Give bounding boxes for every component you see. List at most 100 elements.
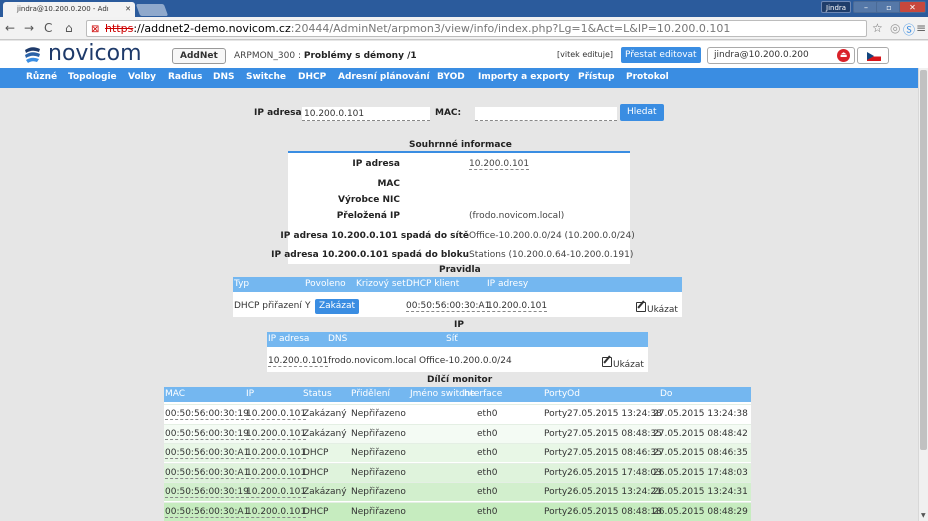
col-dns: DNS bbox=[328, 334, 348, 344]
table-row[interactable]: 00:50:56:00:30:A1 10.200.0.101 DHCP Nepřiřa… bbox=[164, 443, 751, 462]
monitor-cell-port: Porty bbox=[544, 409, 568, 419]
forward-icon[interactable]: → bbox=[24, 21, 34, 35]
summary-value: (frodo.novicom.local) bbox=[469, 211, 565, 221]
col-prideleni: Přidělení bbox=[351, 389, 390, 399]
menu-item-switche[interactable]: Switche bbox=[246, 72, 286, 82]
show-ip-label: Ukázat bbox=[613, 360, 644, 370]
monitor-cell-do: 26.05.2015 08:48:29 bbox=[653, 506, 748, 517]
monitor-cell-port: Porty bbox=[544, 467, 568, 478]
table-row[interactable]: 00:50:56:00:30:19 10.200.0.101 Zakázaný Nep… bbox=[164, 482, 751, 501]
extension-icon[interactable]: ◎ bbox=[890, 21, 900, 35]
monitor-cell-if: eth0 bbox=[477, 487, 498, 497]
monitor-cell-prid: Nepřiřazeno bbox=[351, 487, 406, 497]
stop-editing-button[interactable]: Přestat editovat bbox=[621, 47, 701, 63]
addnet-button[interactable]: AddNet bbox=[172, 48, 226, 64]
app-header: novicom AddNet ARPMON_300 : Problémy s d… bbox=[0, 41, 928, 68]
show-ip-link[interactable]: Ukázat bbox=[602, 356, 644, 370]
page-title-prefix: ARPMON_300 : bbox=[234, 51, 304, 61]
summary-key: IP adresa 10.200.0.101 spadá do bloku bbox=[271, 250, 469, 260]
table-row[interactable]: 00:50:56:00:30:19 10.200.0.101 Zakázaný Nep… bbox=[164, 423, 751, 443]
disable-rule-button[interactable]: Zakázat bbox=[315, 299, 360, 314]
language-czech-flag-icon[interactable] bbox=[857, 47, 889, 64]
menu-item-radius[interactable]: Radius bbox=[168, 72, 202, 82]
monitor-cell-port: Porty bbox=[544, 428, 568, 439]
logout-icon[interactable]: ⏏ bbox=[837, 49, 850, 62]
close-tab-icon[interactable]: ✕ bbox=[125, 5, 131, 13]
menu-item-pristup[interactable]: Přístup bbox=[578, 72, 615, 82]
rule-typ: DHCP přiřazení bbox=[234, 301, 302, 311]
tab-title: jindra@10.200.0.200 - Adı bbox=[17, 5, 109, 13]
monitor-cell-prid: Nepřiřazeno bbox=[351, 467, 406, 478]
monitor-cell-do: 26.05.2015 17:48:03 bbox=[653, 467, 748, 478]
summary-value: Office-10.200.0.0/24 (10.200.0.0/24) bbox=[469, 231, 635, 241]
ip-table: IP adresa DNS Síť 10.200.0.101 frodo.nov… bbox=[267, 332, 648, 372]
reload-icon[interactable]: C bbox=[44, 21, 52, 35]
back-icon[interactable]: ← bbox=[5, 21, 15, 35]
menu-item-ruzne[interactable]: Různé bbox=[26, 72, 57, 82]
dns-value: frodo.novicom.local bbox=[328, 356, 417, 366]
url-path: :20444/AdminNet/arpmon3/view/info/index.… bbox=[290, 22, 731, 35]
monitor-cell-od: 26.05.2015 13:24:21 bbox=[567, 487, 662, 497]
ip-search-label: IP adresa: bbox=[254, 108, 306, 118]
table-row: 10.200.0.101 frodo.novicom.local Office-… bbox=[267, 352, 648, 371]
menu-item-volby[interactable]: Volby bbox=[128, 72, 156, 82]
monitor-cell-od: 26.05.2015 17:48:03 bbox=[567, 467, 662, 478]
monitor-cell-mac: 00:50:56:00:30:A1 bbox=[165, 506, 250, 518]
main-menu: Různé Topologie Volby Radius DNS Switche… bbox=[0, 68, 918, 88]
monitor-cell-prid: Nepřiřazeno bbox=[351, 448, 406, 458]
insecure-lock-icon[interactable]: ⊠ bbox=[91, 22, 99, 36]
show-rule-link[interactable]: Ukázat bbox=[636, 301, 678, 315]
monitor-cell-port: Porty bbox=[544, 487, 568, 497]
menu-item-dhcp[interactable]: DHCP bbox=[298, 72, 326, 82]
menu-item-importy[interactable]: Importy a exporty bbox=[478, 72, 569, 82]
col-ip: IP bbox=[246, 389, 255, 399]
home-icon[interactable]: ⌂ bbox=[65, 21, 73, 35]
table-row[interactable]: 00:50:56:00:30:A1 10.200.0.101 DHCP Nepřiřa… bbox=[164, 462, 751, 482]
table-row[interactable]: 00:50:56:00:30:A1 10.200.0.101 DHCP Nepřiřa… bbox=[164, 501, 751, 521]
menu-icon[interactable]: ≡ bbox=[916, 21, 926, 35]
summary-key: Výrobce NIC bbox=[338, 195, 400, 205]
monitor-cell-do: 27.05.2015 08:48:42 bbox=[653, 428, 748, 439]
menu-item-adresni-planovani[interactable]: Adresní plánování bbox=[338, 72, 430, 82]
show-rule-label: Ukázat bbox=[647, 305, 678, 315]
summary-key: IP adresa bbox=[352, 159, 400, 169]
monitor-cell-port: Porty bbox=[544, 506, 568, 517]
net-value: Office-10.200.0.0/24 bbox=[419, 356, 512, 366]
monitor-cell-prid: Nepřiřazeno bbox=[351, 428, 406, 439]
menu-item-dns[interactable]: DNS bbox=[213, 72, 235, 82]
user-box[interactable]: jindra@10.200.0.200 ⏏ bbox=[707, 47, 855, 64]
menu-item-protokol[interactable]: Protokol bbox=[626, 72, 669, 82]
search-button[interactable]: Hledat bbox=[620, 104, 664, 121]
ip-search-input[interactable]: 10.200.0.101 bbox=[302, 107, 430, 121]
profile-badge[interactable]: Jindra bbox=[821, 1, 852, 13]
monitor-cell-od: 27.05.2015 08:48:35 bbox=[567, 428, 662, 439]
col-ip-adresa: IP adresa bbox=[268, 334, 310, 344]
col-do: Do bbox=[660, 389, 673, 399]
url-scheme: https bbox=[105, 22, 134, 35]
ip-value: 10.200.0.101 bbox=[268, 356, 329, 367]
mac-search-input[interactable] bbox=[475, 107, 617, 121]
monitor-header: MAC IP Status Přidělení Jméno switche In… bbox=[164, 387, 751, 402]
summary-box: IP adresa 10.200.0.101 MAC Výrobce NIC Př… bbox=[271, 151, 635, 264]
monitor-cell-mac: 00:50:56:00:30:A1 bbox=[165, 467, 250, 479]
monitor-cell-ip: 10.200.0.101 bbox=[246, 409, 307, 420]
monitor-cell-od: 27.05.2015 13:24:38 bbox=[567, 409, 662, 419]
extension-s-icon[interactable]: Ⓢ bbox=[903, 21, 915, 38]
page-scrollbar[interactable]: ▼ bbox=[918, 68, 928, 521]
rules-table: Typ Povoleno Krizový set DHCP klient IP … bbox=[233, 277, 682, 317]
menu-item-topologie[interactable]: Topologie bbox=[68, 72, 117, 82]
close-window-icon[interactable]: ✕ bbox=[899, 1, 926, 13]
monitor-cell-status: Zakázaný bbox=[303, 409, 347, 419]
rule-dhcp-client: 00:50:56:00:30:A1 bbox=[406, 301, 491, 312]
page-title: ARPMON_300 : Problémy s démony /1 bbox=[234, 51, 417, 61]
bookmark-star-icon[interactable]: ☆ bbox=[872, 21, 883, 35]
menu-item-byod[interactable]: BYOD bbox=[437, 72, 465, 82]
browser-tab[interactable]: jindra@10.200.0.200 - Adı ✕ bbox=[3, 2, 135, 17]
url-bar[interactable]: ⊠ https://addnet2-demo.novicom.cz:20444/… bbox=[86, 20, 867, 37]
monitor-cell-if: eth0 bbox=[477, 467, 498, 478]
new-tab-button[interactable] bbox=[135, 4, 169, 16]
scroll-down-icon[interactable]: ▼ bbox=[921, 512, 926, 519]
table-row[interactable]: 00:50:56:00:30:19 10.200.0.101 Zakázaný Nep… bbox=[164, 404, 751, 423]
col-krizovy-set: Krizový set bbox=[356, 279, 406, 289]
summary-title: Souhrnné informace bbox=[409, 140, 512, 150]
